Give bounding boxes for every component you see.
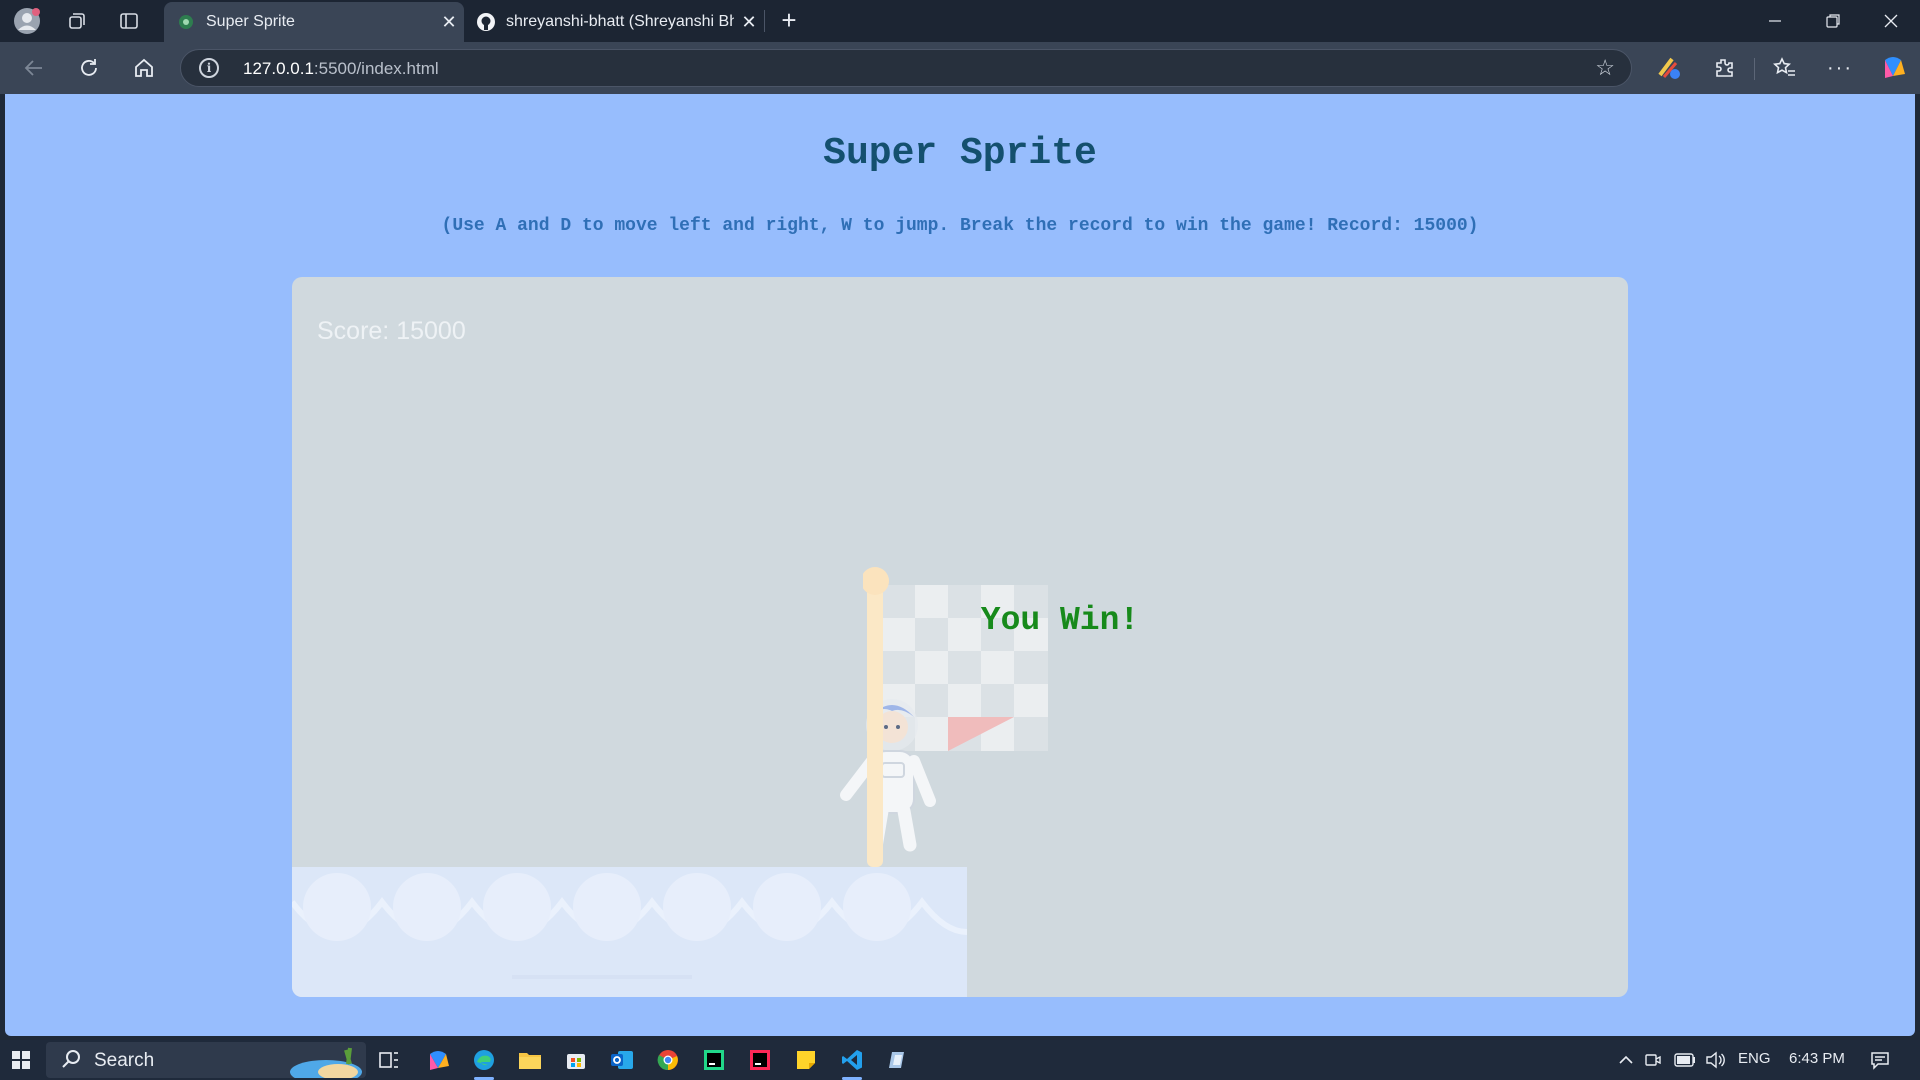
battery-icon[interactable] xyxy=(1669,1044,1701,1076)
taskbar: Search ENG 6:43 PM xyxy=(0,1040,1920,1080)
url-text[interactable]: 127.0.0.1:5500/index.html xyxy=(243,59,439,79)
search-icon xyxy=(60,1048,82,1076)
notifications-icon[interactable] xyxy=(1864,1044,1896,1076)
outlook-icon[interactable] xyxy=(606,1044,638,1076)
toolbar-separator xyxy=(1754,58,1755,80)
extensions-icon[interactable] xyxy=(1707,51,1741,85)
sticky-notes-icon[interactable] xyxy=(790,1044,822,1076)
vscode-icon[interactable] xyxy=(836,1044,868,1076)
task-view-icon[interactable] xyxy=(373,1044,405,1076)
start-button[interactable] xyxy=(5,1044,37,1076)
site-info-icon[interactable]: i xyxy=(199,58,219,78)
refresh-button[interactable] xyxy=(72,51,106,85)
search-label: Search xyxy=(94,1050,155,1071)
copilot-icon[interactable] xyxy=(1876,51,1910,85)
game-instructions: (Use A and D to move left and right, W t… xyxy=(441,216,1479,236)
home-button[interactable] xyxy=(127,51,161,85)
extension-color-icon[interactable] xyxy=(1652,51,1686,85)
workspaces-icon[interactable] xyxy=(62,6,92,36)
close-window-button[interactable] xyxy=(1862,0,1920,42)
tab-super-sprite[interactable]: Super Sprite ✕ xyxy=(164,2,464,42)
pycharm-icon[interactable] xyxy=(698,1044,730,1076)
volume-icon[interactable] xyxy=(1699,1044,1731,1076)
browser-toolbar: i 127.0.0.1:5500/index.html ☆ ··· xyxy=(0,42,1920,94)
score-display: Score: 15000 xyxy=(317,317,466,345)
tab-divider xyxy=(764,10,765,32)
snipping-tool-icon[interactable] xyxy=(882,1044,914,1076)
github-icon xyxy=(476,12,496,32)
tab-title: Super Sprite xyxy=(206,13,295,30)
search-highlight-icon xyxy=(286,1042,366,1080)
camera-status-icon[interactable] xyxy=(1637,1044,1669,1076)
close-tab-icon[interactable]: ✕ xyxy=(434,12,464,33)
tab-github[interactable]: shreyanshi-bhatt (Shreyanshi Bhatt) ✕ xyxy=(464,2,764,42)
title-bar: Super Sprite ✕ shreyanshi-bhatt (Shreyan… xyxy=(0,0,1920,42)
edge-icon[interactable] xyxy=(468,1044,500,1076)
new-tab-button[interactable]: + xyxy=(775,7,803,35)
game-canvas[interactable]: Score: 15000 You Win! xyxy=(292,277,1628,997)
store-icon[interactable] xyxy=(560,1044,592,1076)
intellij-icon[interactable] xyxy=(744,1044,776,1076)
close-tab-icon[interactable]: ✕ xyxy=(734,12,764,33)
web-page: Super Sprite (Use A and D to move left a… xyxy=(5,94,1915,1036)
restore-button[interactable] xyxy=(1804,0,1862,42)
file-explorer-icon[interactable] xyxy=(514,1044,546,1076)
sprite-favicon-icon xyxy=(176,12,196,32)
page-title: Super Sprite xyxy=(823,132,1097,175)
win-message: You Win! xyxy=(980,602,1140,639)
ground-platform xyxy=(292,867,1015,997)
clock[interactable]: 6:43 PM xyxy=(1789,1050,1845,1067)
minimize-button[interactable] xyxy=(1746,0,1804,42)
vertical-tabs-icon[interactable] xyxy=(114,6,144,36)
copilot-taskbar-icon[interactable] xyxy=(422,1044,454,1076)
chrome-icon[interactable] xyxy=(652,1044,684,1076)
language-indicator[interactable]: ENG xyxy=(1738,1050,1771,1067)
tab-title: shreyanshi-bhatt (Shreyanshi Bhatt) xyxy=(506,13,734,30)
more-options-icon[interactable]: ··· xyxy=(1823,51,1857,85)
favorites-icon[interactable] xyxy=(1768,51,1802,85)
address-bar[interactable]: i 127.0.0.1:5500/index.html ☆ xyxy=(180,49,1632,87)
taskbar-search[interactable]: Search xyxy=(46,1042,366,1080)
profile-avatar[interactable] xyxy=(12,6,42,36)
favorite-star-icon[interactable]: ☆ xyxy=(1595,55,1615,81)
back-button[interactable] xyxy=(17,51,51,85)
